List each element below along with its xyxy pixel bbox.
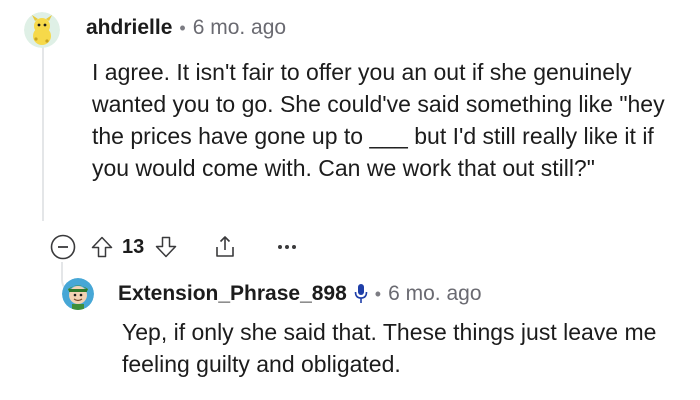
more-icon[interactable]	[276, 242, 298, 252]
meta-separator: •	[374, 283, 382, 304]
vote-count: 13	[122, 235, 145, 258]
downvote-icon[interactable]	[154, 235, 178, 259]
microphone-icon	[354, 283, 368, 305]
comment-action-bar: 13	[50, 230, 298, 264]
comment-meta: ahdrielle • 6 mo. ago	[86, 16, 286, 40]
thread-line	[42, 46, 44, 221]
comment-timestamp[interactable]: 6 mo. ago	[193, 16, 286, 40]
meta-separator: •	[179, 17, 186, 38]
reply-meta: Extension_Phrase_898 • 6 mo. ago	[118, 282, 482, 306]
reply-avatar[interactable]	[62, 278, 94, 310]
upvote-icon[interactable]	[90, 235, 114, 259]
comment-username[interactable]: ahdrielle	[86, 16, 172, 40]
avatar[interactable]	[24, 12, 60, 48]
collapse-icon[interactable]	[50, 234, 76, 260]
comment-body: I agree. It isn't fair to offer you an o…	[92, 59, 665, 181]
share-icon[interactable]	[212, 234, 238, 260]
reply-username[interactable]: Extension_Phrase_898	[118, 282, 347, 306]
reply-timestamp[interactable]: 6 mo. ago	[388, 282, 481, 306]
reply-body: Yep, if only she said that. These things…	[122, 319, 657, 377]
